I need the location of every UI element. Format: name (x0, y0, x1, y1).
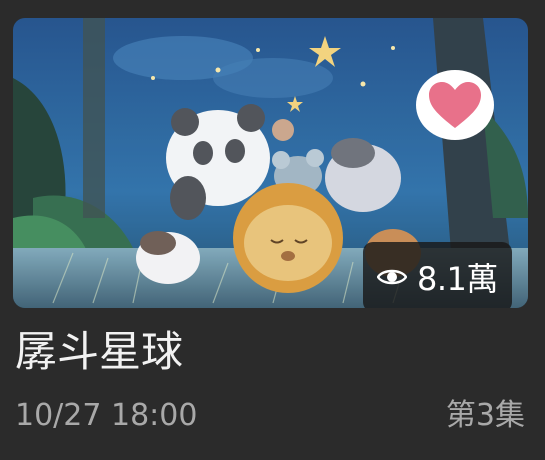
video-title[interactable]: 孱斗星球 (15, 324, 183, 380)
view-count-badge: 8.1萬 (363, 242, 512, 308)
air-datetime: 10/27 18:00 (15, 398, 198, 433)
heart-icon (427, 80, 483, 130)
eye-icon (377, 262, 407, 292)
favorite-button[interactable] (416, 70, 494, 140)
episode-label: 第3集 (445, 398, 525, 433)
video-thumbnail[interactable]: 8.1萬 (13, 18, 528, 308)
view-count: 8.1萬 (417, 260, 498, 298)
video-card[interactable]: 8.1萬 孱斗星球 10/27 18:00 第3集 (0, 0, 545, 460)
